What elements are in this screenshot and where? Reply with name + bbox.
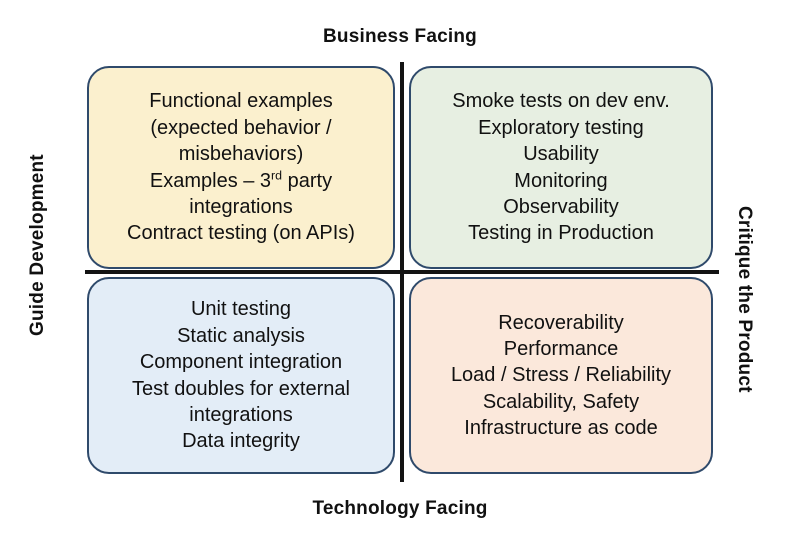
quadrant-bottom-left: Unit testing Static analysis Component int… [87,277,395,474]
quadrant-item: Static analysis [177,324,305,347]
quadrant-item: Examples – 3rd party [149,167,333,192]
quadrant-item: Infrastructure as code [464,417,658,440]
quadrant-item: Testing in Production [468,222,654,245]
quadrant-item: Contract testing (on APIs) [127,222,355,245]
quadrant-item: Load / Stress / Reliability [450,364,672,387]
quadrant-item: integrations [189,403,293,426]
quadrant-item: Scalability, Safety [482,390,640,413]
ordinal-superscript: rd [271,167,283,182]
testing-quadrants-diagram: Business Facing Technology Facing Guide … [0,0,800,543]
quadrant-item: misbehaviors) [178,143,304,166]
quadrant-item: Component integration [139,351,343,374]
axis-label-bottom: Technology Facing [312,498,488,519]
axis-label-right: Critique the Product [734,206,755,393]
vertical-axis-line [400,62,404,482]
quadrant-item: Test doubles for external [132,377,350,400]
quadrant-item: Monitoring [514,169,608,192]
quadrant-item: Functional examples [149,90,333,113]
axis-label-top: Business Facing [323,26,477,47]
quadrant-item: Exploratory testing [478,116,644,139]
quadrant-item: Performance [503,337,619,360]
quadrant-item: Usability [523,143,599,166]
quadrant-item: Unit testing [190,298,292,321]
quadrant-item: (expected behavior / [150,116,332,139]
quadrant-item: Observability [503,195,619,218]
quadrant-top-left: Functional examples (expected behavior / m… [87,66,395,269]
quadrant-item: Smoke tests on dev env. [452,90,670,113]
quadrant-top-right: Smoke tests on dev env. Exploratory testi… [409,66,713,269]
quadrant-item: Data integrity [182,430,300,453]
quadrant-bottom-right: Recoverability Performance Load / Stress /… [409,277,713,474]
axis-label-left: Guide Development [27,154,48,336]
quadrant-item: Recoverability [498,311,624,334]
quadrant-item: integrations [189,195,293,218]
